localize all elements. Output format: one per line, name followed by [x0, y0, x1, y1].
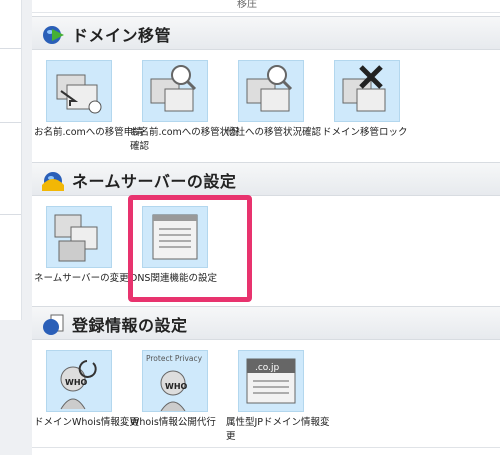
- globe-document-icon: [43, 314, 64, 335]
- bottom-divider: [32, 447, 500, 448]
- transfer-status-icon: [142, 60, 208, 122]
- whois-change-icon: WHO: [46, 350, 112, 412]
- section-header-registration-info: 登録情報の設定: [32, 306, 500, 340]
- item-label: 属性型JPドメイン情報変更: [226, 417, 330, 442]
- section-header-domain-transfer: ドメイン移管: [32, 16, 500, 50]
- transfer-out-status-icon: [238, 60, 304, 122]
- nameserver-change-icon: [46, 206, 112, 268]
- sidebar-divider: [0, 214, 21, 215]
- item-label: Whois情報公開代行: [130, 417, 216, 428]
- section-title: ドメイン移管: [72, 26, 172, 45]
- top-strip-text: 移庄: [237, 0, 257, 10]
- svg-text:WHO: WHO: [65, 378, 88, 387]
- whois-privacy-icon: Protect Privacy WHO: [142, 350, 208, 412]
- protect-privacy-text: Protect Privacy: [146, 354, 203, 363]
- globe-icon: [43, 26, 64, 44]
- highlight-frame: [128, 195, 252, 302]
- section-header-nameserver: ネームサーバーの設定: [32, 162, 500, 196]
- transfer-lock-icon: [334, 60, 400, 122]
- transfer-request-icon: [46, 60, 112, 122]
- top-strip: 移庄: [32, 0, 500, 13]
- sidebar-divider: [0, 122, 21, 123]
- item-label: ドメイン移管ロック: [322, 127, 408, 138]
- sidebar-divider: [0, 48, 21, 49]
- section-title: ネームサーバーの設定: [72, 172, 237, 191]
- item-label: 他社への移管状況確認: [226, 127, 322, 138]
- section-title: 登録情報の設定: [72, 316, 188, 335]
- jp-domain-info-icon: .co.jp: [238, 350, 304, 412]
- svg-text:WHO: WHO: [165, 382, 188, 391]
- left-sidebar: [0, 0, 22, 320]
- item-label: お名前.comへの移管状況確認: [130, 127, 239, 152]
- main-panel: 移庄 ドメイン移管 お名前.comへの移管申請 お名前.comへの移管状況確認 …: [32, 0, 500, 455]
- item-label: お名前.comへの移管申請: [34, 127, 143, 138]
- item-label: ドメインWhois情報変更: [34, 417, 139, 428]
- co-jp-text: .co.jp: [255, 363, 280, 373]
- globe-icon: [42, 172, 64, 191]
